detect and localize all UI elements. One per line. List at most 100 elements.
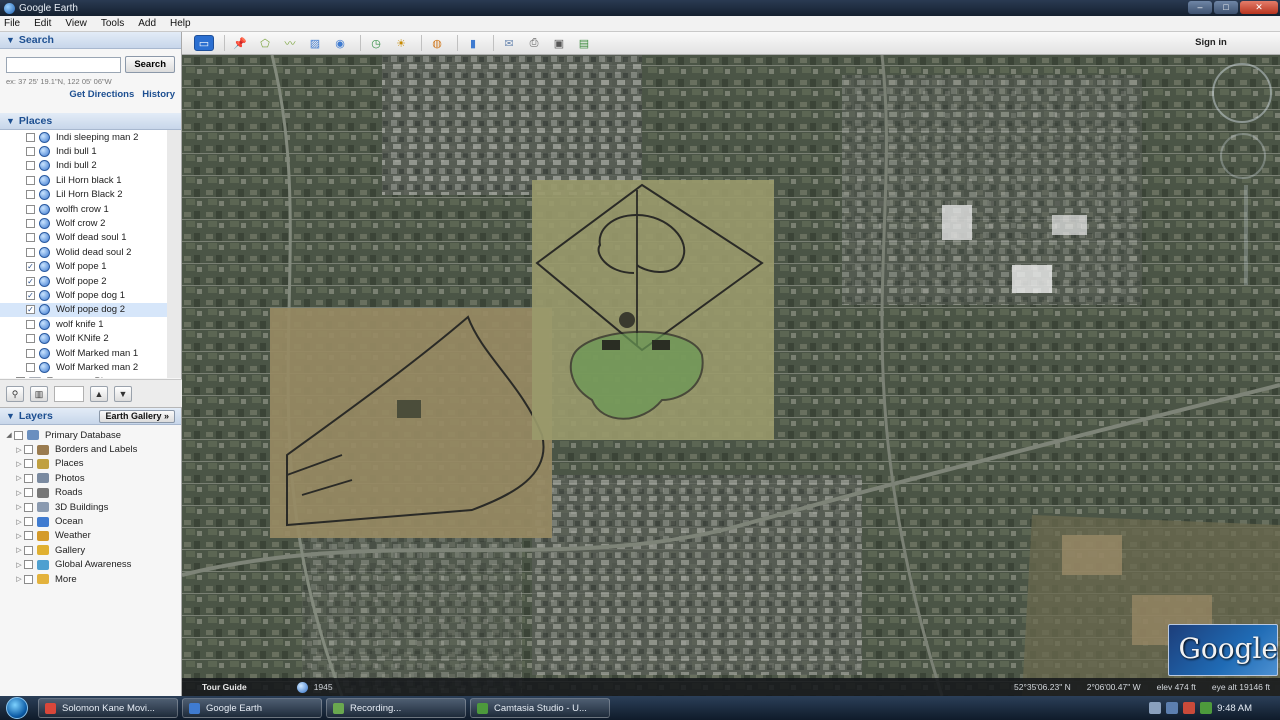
layer-item[interactable]: ▷ Places <box>0 457 181 471</box>
layer-checkbox[interactable] <box>24 459 33 469</box>
place-checkbox[interactable] <box>26 190 35 200</box>
expand-arrow-icon[interactable]: ▷ <box>14 546 24 554</box>
expand-arrow-icon[interactable]: ▷ <box>14 532 24 540</box>
place-checkbox[interactable]: ✓ <box>26 290 35 300</box>
panel-toggle-icon[interactable]: ▥ <box>30 385 48 402</box>
close-button[interactable]: ✕ <box>1240 1 1278 14</box>
place-item[interactable]: ✓ Wolf pope dog 2 <box>0 302 167 318</box>
taskbar-item[interactable]: Solomon Kane Movi... <box>38 698 178 718</box>
look-joystick[interactable] <box>1220 133 1266 179</box>
expand-arrow-icon[interactable]: ▷ <box>14 561 24 569</box>
layer-checkbox[interactable] <box>24 502 33 512</box>
expand-arrow-icon[interactable]: ▷ <box>14 503 24 511</box>
place-item[interactable]: Wolf Marked man 1 <box>0 346 167 360</box>
layer-item[interactable]: ▷ Ocean <box>0 514 181 528</box>
layer-item[interactable]: ▷ Weather <box>0 529 181 543</box>
layer-checkbox[interactable] <box>24 445 33 455</box>
place-item[interactable]: Wolf crow 2 <box>0 216 167 230</box>
sign-in-button[interactable]: Sign in <box>1146 35 1276 51</box>
layer-item[interactable]: ▷ Photos <box>0 471 181 485</box>
sidebar-toggle-icon[interactable]: ▭ <box>194 35 214 51</box>
place-checkbox[interactable] <box>26 362 35 372</box>
expand-arrow-icon[interactable]: ▷ <box>14 575 24 583</box>
layer-item[interactable]: ▷ Borders and Labels <box>0 442 181 456</box>
expand-arrow-icon[interactable]: ▷ <box>14 518 24 526</box>
search-panel-header[interactable]: ▼ Search <box>0 32 181 49</box>
print-icon[interactable]: ⎙ <box>524 35 544 51</box>
place-item[interactable]: Lil Horn Black 2 <box>0 188 167 202</box>
search-input[interactable] <box>6 56 122 73</box>
search-places-icon[interactable]: ⚲ <box>6 385 24 402</box>
place-checkbox[interactable] <box>26 348 35 358</box>
place-checkbox[interactable]: ✓ <box>26 262 35 272</box>
layer-item[interactable]: ▷ More <box>0 572 181 586</box>
minimize-button[interactable]: – <box>1188 1 1212 14</box>
expand-arrow-icon[interactable]: ◢ <box>4 431 14 439</box>
taskbar-item[interactable]: Camtasia Studio - U... <box>470 698 610 718</box>
tray-app-icon[interactable] <box>1200 702 1213 714</box>
sunlight-icon[interactable]: ☀ <box>391 35 411 51</box>
place-checkbox[interactable] <box>16 377 25 378</box>
placemark-icon[interactable]: 📌 <box>230 35 250 51</box>
tray-volume-icon[interactable] <box>1166 702 1179 714</box>
layer-item[interactable]: ▷ Global Awareness <box>0 558 181 572</box>
place-checkbox[interactable] <box>26 247 35 257</box>
layer-checkbox[interactable] <box>24 488 33 498</box>
place-checkbox[interactable]: ✓ <box>26 305 35 315</box>
place-checkbox[interactable] <box>26 132 35 142</box>
layer-checkbox[interactable] <box>24 517 33 527</box>
start-button[interactable] <box>0 696 34 720</box>
earth-gallery-button[interactable]: Earth Gallery » <box>99 409 175 423</box>
taskbar-item[interactable]: Google Earth <box>182 698 322 718</box>
menu-tools[interactable]: Tools <box>101 18 124 29</box>
menu-help[interactable]: Help <box>170 18 191 29</box>
menu-edit[interactable]: Edit <box>34 18 51 29</box>
place-item[interactable]: Wolf dead soul 1 <box>0 231 167 245</box>
place-item[interactable]: Wolf KNife 2 <box>0 331 167 345</box>
layers-panel-header[interactable]: ▼ Layers Earth Gallery » <box>0 408 181 425</box>
place-item[interactable]: Lil Horn black 1 <box>0 173 167 187</box>
historical-imagery-icon[interactable] <box>296 681 308 693</box>
places-panel-header[interactable]: ▼ Places <box>0 113 181 130</box>
place-checkbox[interactable] <box>26 334 35 344</box>
place-item[interactable]: Indi sleeping man 2 <box>0 130 167 144</box>
place-checkbox[interactable]: ✓ <box>26 276 35 286</box>
layer-checkbox[interactable] <box>24 560 33 570</box>
move-up-icon[interactable]: ▲ <box>90 385 108 402</box>
places-filter-field[interactable] <box>54 385 84 402</box>
get-directions-link[interactable]: Get Directions <box>69 89 134 100</box>
navigation-compass[interactable] <box>1212 63 1272 123</box>
menu-add[interactable]: Add <box>138 18 156 29</box>
layer-checkbox[interactable] <box>24 531 33 541</box>
search-button[interactable]: Search <box>125 56 175 73</box>
place-checkbox[interactable] <box>26 161 35 171</box>
path-icon[interactable]: 〰 <box>280 35 300 51</box>
layer-checkbox[interactable] <box>24 545 33 555</box>
layer-item[interactable]: ▷ Roads <box>0 486 181 500</box>
place-checkbox[interactable] <box>26 219 35 229</box>
expand-arrow-icon[interactable]: ▷ <box>14 474 24 482</box>
layer-item[interactable]: ▷ 3D Buildings <box>0 500 181 514</box>
place-checkbox[interactable] <box>26 147 35 157</box>
tour-guide-button[interactable]: Tour Guide <box>182 682 259 692</box>
zoom-slider[interactable] <box>1244 185 1248 285</box>
taskbar-item[interactable]: Recording... <box>326 698 466 718</box>
move-down-icon[interactable]: ▼ <box>114 385 132 402</box>
image-overlay-wolf-pope-dog-1[interactable] <box>532 180 774 440</box>
place-item[interactable]: ✓ Wolf pope 2 <box>0 274 167 288</box>
planets-icon[interactable]: ◍ <box>427 35 447 51</box>
place-item[interactable]: wolfh crow 1 <box>0 202 167 216</box>
place-checkbox[interactable] <box>26 175 35 185</box>
polygon-icon[interactable]: ⬠ <box>255 35 275 51</box>
expand-arrow-icon[interactable]: ▷ <box>14 446 24 454</box>
tray-network-icon[interactable] <box>1149 702 1162 714</box>
image-overlay-icon[interactable]: ▨ <box>305 35 325 51</box>
place-checkbox[interactable] <box>26 319 35 329</box>
expand-arrow-icon[interactable]: ▷ <box>14 489 24 497</box>
place-item[interactable]: Indi bull 1 <box>0 144 167 158</box>
place-item[interactable]: Wolid dead soul 2 <box>0 245 167 259</box>
places-list[interactable]: Indi sleeping man 2 Indi bull 1 Indi bull … <box>0 130 181 378</box>
view-in-maps-icon[interactable]: ▤ <box>574 35 594 51</box>
layer-item[interactable]: ◢ Primary Database <box>0 428 181 442</box>
tray-app-icon[interactable] <box>1183 702 1196 714</box>
